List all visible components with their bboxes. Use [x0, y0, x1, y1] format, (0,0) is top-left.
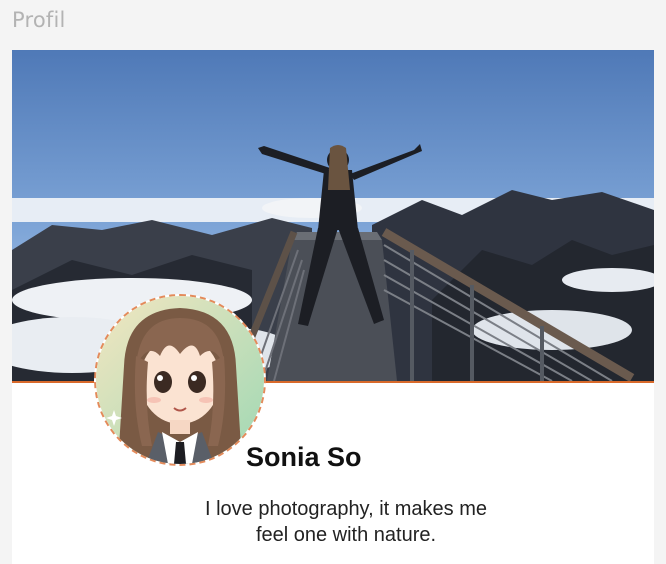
- page-title: Profil: [12, 8, 66, 32]
- profile-bio: I love photography, it makes me feel one…: [205, 498, 487, 546]
- profile-card: Sonia So I love photography, it makes me…: [12, 50, 654, 564]
- profile-name: Sonia So: [246, 442, 362, 472]
- avatar[interactable]: [94, 294, 266, 466]
